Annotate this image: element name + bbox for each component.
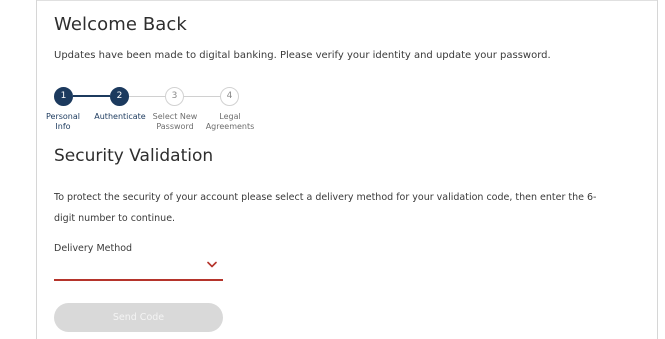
step-3-label: Select New Password (145, 112, 205, 132)
step-connector-1-2 (73, 95, 110, 97)
step-2-label-line1: Authenticate (94, 112, 146, 121)
step-connector-3-4 (184, 96, 220, 97)
section-title: Security Validation (54, 146, 214, 166)
step-1-label-line1: Personal (45, 112, 80, 121)
panel-top-border (37, 0, 657, 1)
step-4-label-line2: Agreements (205, 122, 255, 131)
step-1-label-line2: Info (55, 122, 71, 131)
step-3-circle: 3 (165, 87, 184, 106)
step-4-label: Legal Agreements (200, 112, 260, 132)
step-1-circle: 1 (54, 87, 73, 106)
step-4-label-line1: Legal (219, 112, 241, 121)
step-3-label-line2: Password (156, 122, 194, 131)
section-description: To protect the security of your account … (54, 192, 597, 224)
step-3-label-line1: Select New (152, 112, 198, 121)
step-connector-2-3 (129, 96, 165, 97)
step-1-label: Personal Info (33, 112, 93, 132)
send-code-button[interactable]: Send Code (54, 303, 223, 332)
step-2-label: Authenticate (90, 112, 150, 122)
step-4-circle: 4 (220, 87, 239, 106)
main-panel: Welcome Back Updates have been made to d… (36, 0, 658, 339)
delivery-method-label: Delivery Method (54, 243, 133, 254)
delivery-method-select[interactable] (54, 256, 223, 281)
step-2-circle: 2 (110, 87, 129, 106)
intro-text: Updates have been made to digital bankin… (54, 50, 551, 61)
chevron-down-icon (207, 261, 217, 268)
progress-stepper: 1 2 3 4 Personal Info Authenticate Selec… (46, 87, 294, 139)
page-title: Welcome Back (54, 14, 187, 35)
